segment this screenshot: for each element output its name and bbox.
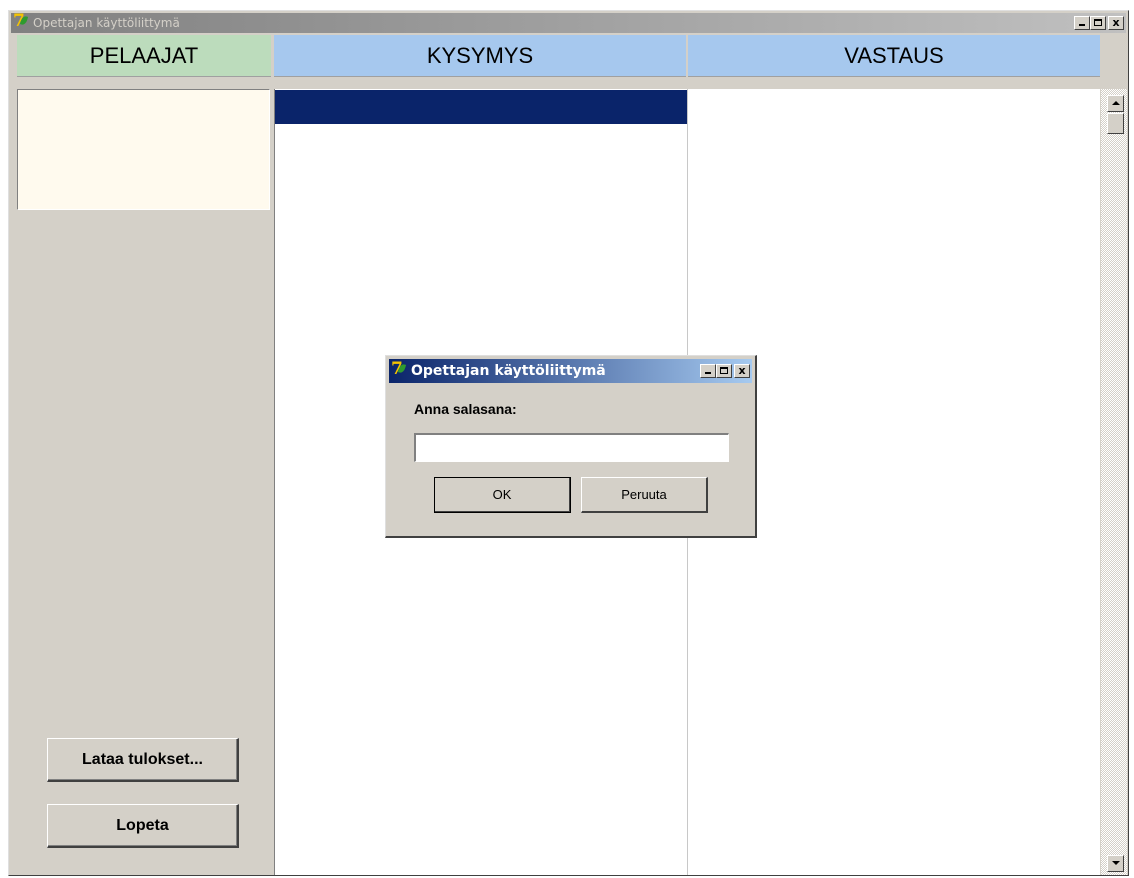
scroll-thumb[interactable] [1107,113,1124,134]
password-dialog: 7 Opettajan käyttöliittymä x Anna salasa… [385,355,757,538]
main-caption-buttons: x [1074,16,1124,30]
question-column-header[interactable]: KYSYMYS [274,35,686,77]
dialog-app-icon[interactable]: 7 [391,360,407,379]
password-prompt-label: Anna salasana: [414,401,517,417]
close-button[interactable]: x [1108,16,1124,30]
players-list[interactable] [17,89,270,210]
maximize-button[interactable] [1090,16,1106,30]
players-header: PELAAJAT [17,35,271,77]
maximize-icon [1094,19,1102,26]
selected-question-cell[interactable] [275,90,687,124]
minimize-icon [705,372,711,374]
close-icon: x [738,364,746,377]
load-results-button[interactable]: Lataa tulokset... [47,738,239,782]
cancel-button[interactable]: Peruuta [581,477,708,513]
main-window-title: Opettajan käyttöliittymä [33,16,180,30]
ok-button[interactable]: OK [434,477,571,513]
close-icon: x [1112,16,1120,29]
answer-column-header[interactable]: VASTAUS [688,35,1100,77]
header-corner [1101,35,1127,77]
dialog-close-button[interactable]: x [734,364,750,378]
maximize-icon [720,367,728,374]
arrow-up-icon [1112,101,1120,105]
dialog-title: Opettajan käyttöliittymä [411,363,606,379]
scroll-up-button[interactable] [1107,95,1124,112]
vertical-scrollbar[interactable] [1101,89,1127,875]
minimize-icon [1079,24,1085,26]
quit-button[interactable]: Lopeta [47,804,239,848]
main-titlebar[interactable]: 7 Opettajan käyttöliittymä x [11,12,1126,33]
password-input[interactable] [414,433,729,462]
dialog-titlebar[interactable]: 7 Opettajan käyttöliittymä x [389,359,752,383]
arrow-down-icon [1112,861,1120,865]
dialog-minimize-button[interactable] [700,364,716,378]
minimize-button[interactable] [1074,16,1090,30]
app-icon[interactable]: 7 [13,12,29,31]
dialog-maximize-button[interactable] [716,364,732,378]
scroll-down-button[interactable] [1107,855,1124,872]
dialog-caption-buttons: x [700,364,750,378]
